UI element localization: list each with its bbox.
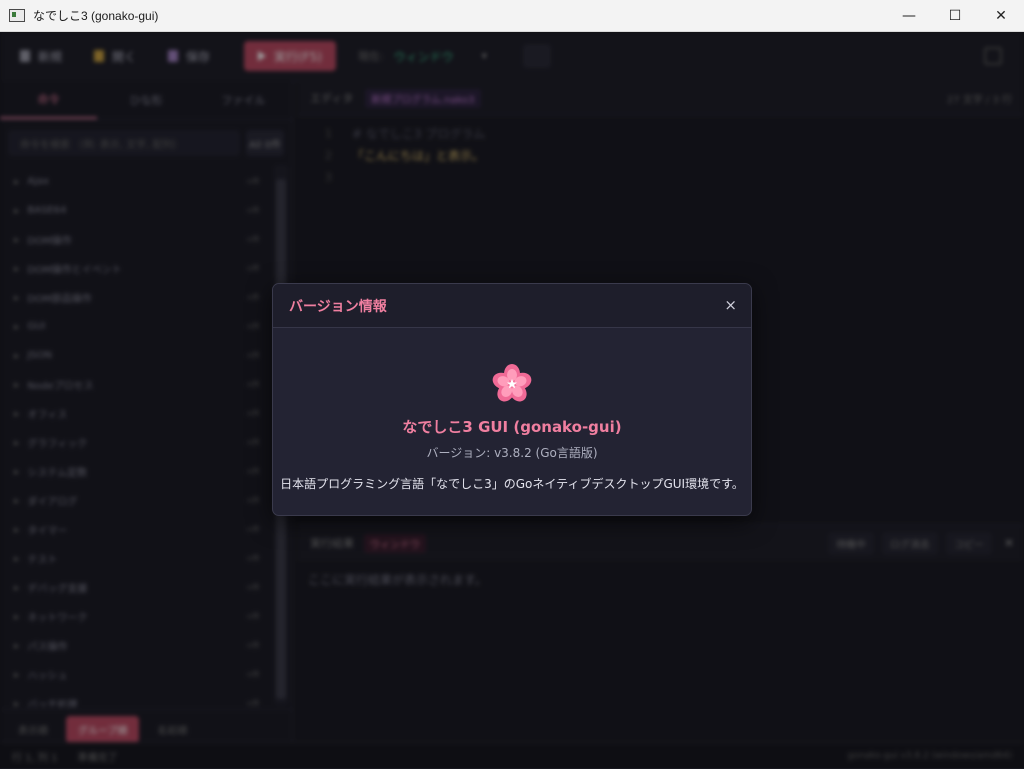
close-window-button[interactable]: ✕ [978,0,1024,31]
window-controls: — ☐ ✕ [886,0,1024,31]
version-text: バージョン: v3.8.2 (Go言語版) [426,446,598,460]
window-titlebar: なでしこ3 (gonako-gui) — ☐ ✕ [0,0,1024,32]
dialog-header: バージョン情報 × [273,284,751,328]
maximize-button[interactable]: ☐ [932,0,978,31]
description-text: 日本語プログラミング言語「なでしこ3」のGoネイティブデスクトップGUI環境です… [280,477,744,491]
dialog-body: なでしこ3 GUI (gonako-gui) バージョン: v3.8.2 (Go… [273,328,751,492]
close-icon[interactable]: × [724,296,737,314]
app-icon [9,9,25,22]
app-name: なでしこ3 GUI (gonako-gui) [402,418,622,436]
sakura-flower-icon [492,364,532,404]
window-title: なでしこ3 (gonako-gui) [33,9,159,23]
minimize-button[interactable]: — [886,0,932,31]
about-dialog: バージョン情報 × なでしこ3 GUI (gonako-gui) バージョン: … [272,283,752,516]
dialog-title: バージョン情報 [289,298,387,315]
